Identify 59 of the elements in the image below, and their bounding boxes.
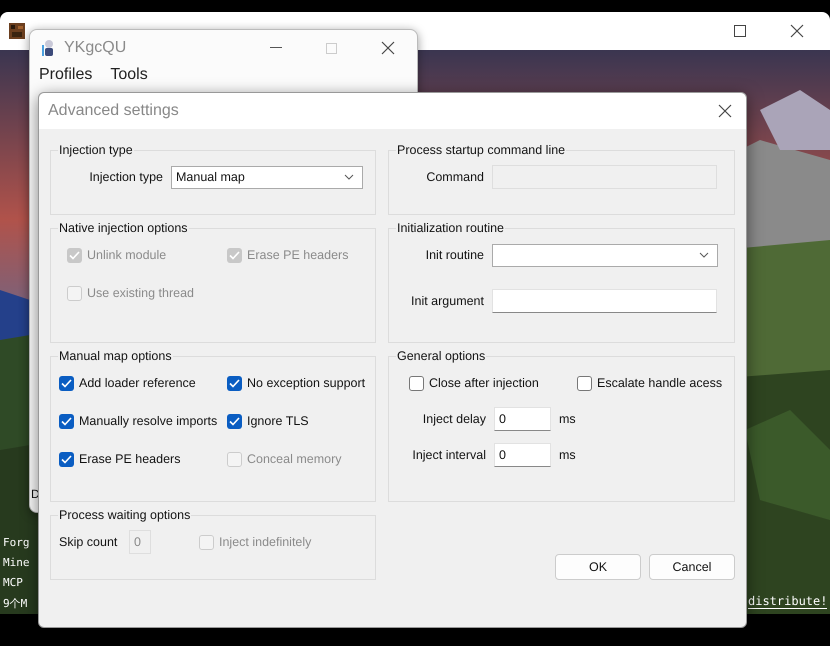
close-icon[interactable] [718,104,732,118]
link[interactable]: distribute! [748,594,828,609]
unit-label: ms [558,412,576,426]
dropdown[interactable]: Manual map [171,166,363,188]
group-title: Process waiting options [58,508,192,522]
dialog-button[interactable]: OK [555,554,641,580]
input-field[interactable] [492,289,717,313]
group-title: Manual map options [58,349,173,363]
checkbox-label: Conceal memory [247,452,342,466]
block-icon [8,22,26,40]
field-label: Command [425,170,485,184]
group-title: Initialization routine [396,221,506,235]
close-icon[interactable] [381,41,395,55]
checkbox[interactable] [59,376,74,390]
minimize-icon[interactable] [270,47,282,49]
checkbox-label: Erase PE headers [79,452,180,466]
debug-text: Forg [3,536,30,549]
checkbox-label: Use existing thread [87,286,194,300]
dialog-button[interactable]: Cancel [649,554,735,580]
field-label: Inject delay [422,412,487,426]
checkbox-label: Manually resolve imports [79,414,218,428]
checkbox[interactable] [227,414,242,428]
dropdown[interactable] [492,244,718,266]
checkbox[interactable] [409,376,424,390]
checkbox-label: Inject indefinitely [219,535,312,549]
chevron-down-icon [344,174,354,180]
menu-item[interactable]: Profiles [39,66,92,84]
field-label: Init argument [410,294,485,308]
checkbox-label: Close after injection [429,376,539,390]
window-title: YKgcQU [64,39,126,57]
checkbox-label: Unlink module [87,248,166,262]
input-field[interactable]: 0 [494,443,551,467]
group-title: General options [396,349,486,363]
checkbox-label: No exception support [247,376,366,390]
field-label: Skip count [59,535,118,549]
checkbox-label: Add loader reference [79,376,196,390]
unit-label: ms [558,448,576,462]
dialog-title: Advanced settings [48,102,179,120]
debug-text: 9个M [3,596,28,611]
debug-text: MCP [3,576,23,589]
group-title: Injection type [58,143,134,157]
close-icon[interactable] [790,24,804,38]
menu-item[interactable]: Tools [110,66,148,84]
checkbox[interactable] [59,452,74,466]
checkbox-label: Erase PE headers [247,248,348,262]
maximize-icon[interactable] [734,25,746,37]
input-field[interactable]: 0 [494,407,551,431]
checkbox-label: Ignore TLS [247,414,309,428]
field-label: Injection type [88,170,164,184]
field-label: Inject interval [411,448,487,462]
checkbox[interactable] [59,414,74,428]
field-label: Init routine [424,248,485,262]
debug-text: Mine [3,556,30,569]
chevron-down-icon [699,252,709,258]
group-title: Native injection options [58,221,189,235]
checkbox[interactable] [227,376,242,390]
checkbox[interactable] [577,376,592,390]
checkbox-label: Escalate handle acess [597,376,722,390]
group-title: Process startup command line [396,143,566,157]
